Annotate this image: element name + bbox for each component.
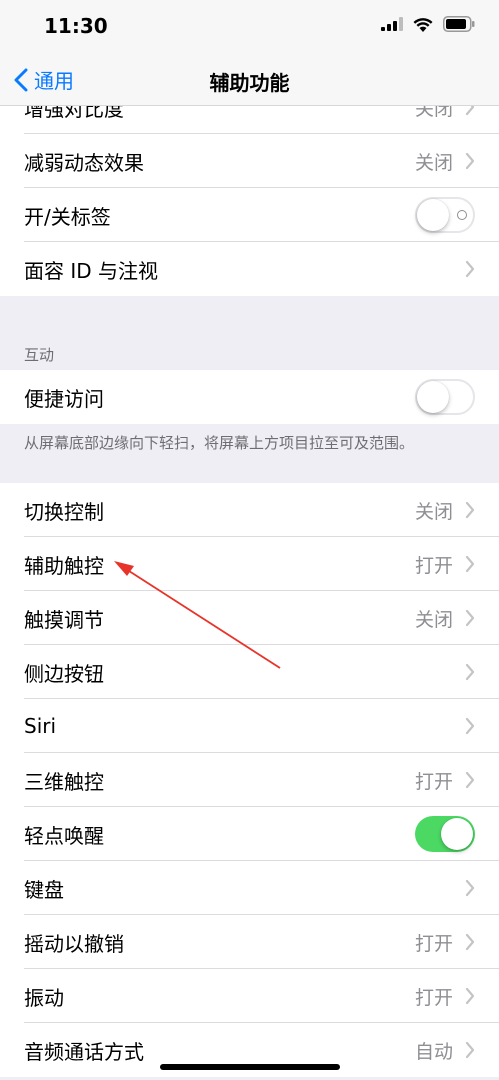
list-item-value: 打开 xyxy=(414,932,453,955)
list-item-label: 摇动以撤销 xyxy=(24,931,124,956)
chevron-right-icon xyxy=(465,717,475,735)
tap-to-wake-toggle[interactable] xyxy=(415,816,475,852)
list-item-value: 关闭 xyxy=(414,151,453,174)
list-item-label: 减弱动态效果 xyxy=(24,150,144,175)
chevron-right-icon xyxy=(465,260,475,278)
list-item-label: 侧边按钮 xyxy=(24,661,104,686)
toggle-off-label-icon xyxy=(457,210,467,220)
chevron-right-icon xyxy=(465,609,475,627)
list-item-label: 触摸调节 xyxy=(24,607,104,632)
list-item-label: 开/关标签 xyxy=(24,204,111,229)
battery-icon xyxy=(443,16,475,32)
on-off-labels-toggle[interactable] xyxy=(415,197,475,233)
list-item-label: 切换控制 xyxy=(24,499,104,524)
list-item-value: 关闭 xyxy=(414,608,453,631)
list-item-label: 轻点唤醒 xyxy=(24,823,104,848)
list-item-increase-contrast[interactable]: 增强对比度 关闭 xyxy=(0,106,499,134)
list-item-siri[interactable]: Siri xyxy=(0,699,499,753)
chevron-right-icon xyxy=(465,663,475,681)
list-item-label: 振动 xyxy=(24,985,64,1010)
list-item-value: 打开 xyxy=(414,986,453,1009)
status-icons xyxy=(381,16,475,32)
chevron-right-icon xyxy=(465,987,475,1005)
list-item-label: 键盘 xyxy=(24,877,64,902)
chevron-right-icon xyxy=(465,771,475,789)
list-item-reduce-motion[interactable]: 减弱动态效果 关闭 xyxy=(0,134,499,188)
settings-list[interactable]: 增强对比度 关闭 减弱动态效果 关闭 开/关标签 面容 ID 与注视 互动 便捷… xyxy=(0,106,499,1080)
list-item-label: 面容 ID 与注视 xyxy=(24,258,159,283)
reachability-footnote: 从屏幕底部边缘向下轻扫，将屏幕上方项目拉至可及范围。 xyxy=(24,434,415,452)
chevron-right-icon xyxy=(465,879,475,897)
chevron-right-icon xyxy=(465,555,475,573)
list-item-touch-accommodations[interactable]: 触摸调节 关闭 xyxy=(0,591,499,645)
list-item-label: 音频通话方式 xyxy=(24,1039,144,1064)
list-item-tap-to-wake[interactable]: 轻点唤醒 xyxy=(0,807,499,861)
list-item-value: 自动 xyxy=(414,1040,453,1063)
chevron-right-icon xyxy=(465,106,475,116)
list-item-vibration[interactable]: 振动 打开 xyxy=(0,969,499,1023)
reachability-toggle[interactable] xyxy=(415,379,475,415)
chevron-right-icon xyxy=(465,1041,475,1059)
list-item-assistive-touch[interactable]: 辅助触控 打开 xyxy=(0,537,499,591)
cellular-signal-icon xyxy=(381,17,403,31)
page-title: 辅助功能 xyxy=(209,71,290,95)
wifi-icon xyxy=(413,17,433,32)
home-indicator[interactable] xyxy=(160,1064,340,1070)
list-item-3d-touch[interactable]: 三维触控 打开 xyxy=(0,753,499,807)
toggle-knob xyxy=(417,381,449,413)
list-item-value: 打开 xyxy=(414,554,453,577)
chevron-right-icon xyxy=(465,501,475,519)
chevron-right-icon xyxy=(465,933,475,951)
toggle-knob xyxy=(441,818,473,850)
section-header-interaction: 互动 xyxy=(24,346,55,364)
navigation-bar: 通用 辅助功能 xyxy=(0,55,499,106)
list-item-label: 增强对比度 xyxy=(24,106,124,121)
list-item-label: 辅助触控 xyxy=(24,553,104,578)
list-item-value: 关闭 xyxy=(414,500,453,523)
list-item-label: Siri xyxy=(24,714,57,738)
list-item-keyboard[interactable]: 键盘 xyxy=(0,861,499,915)
list-item-value: 关闭 xyxy=(414,106,453,120)
list-item-side-button[interactable]: 侧边按钮 xyxy=(0,645,499,699)
status-time: 11:30 xyxy=(44,14,108,38)
list-item-label: 三维触控 xyxy=(24,769,104,794)
list-item-label: 便捷访问 xyxy=(24,386,104,411)
list-item-reachability[interactable]: 便捷访问 xyxy=(0,370,499,424)
list-item-switch-control[interactable]: 切换控制 关闭 xyxy=(0,483,499,537)
toggle-knob xyxy=(417,199,449,231)
list-item-shake-to-undo[interactable]: 摇动以撤销 打开 xyxy=(0,915,499,969)
list-item-on-off-labels[interactable]: 开/关标签 xyxy=(0,188,499,242)
list-item-value: 打开 xyxy=(414,770,453,793)
list-item-face-id-attention[interactable]: 面容 ID 与注视 xyxy=(0,242,499,296)
status-bar: 11:30 xyxy=(0,0,499,55)
chevron-right-icon xyxy=(465,152,475,170)
